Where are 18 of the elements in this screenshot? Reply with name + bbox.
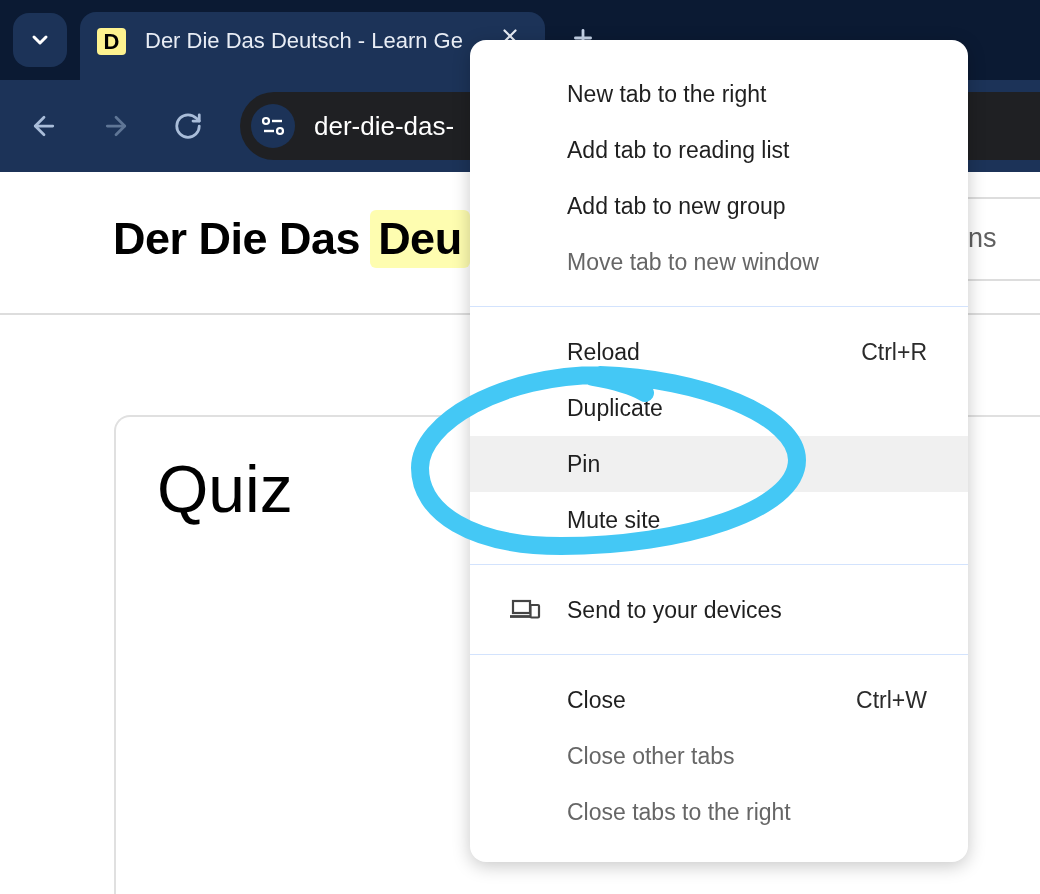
devices-icon	[509, 599, 541, 621]
tune-icon[interactable]	[251, 104, 295, 148]
logo-highlight: Deu	[370, 209, 470, 268]
reload-icon[interactable]	[173, 111, 203, 141]
menu-item[interactable]: Pin	[470, 436, 968, 492]
menu-item[interactable]: Close Ctrl+W	[470, 672, 968, 728]
shortcut-label: Ctrl+R	[861, 338, 927, 366]
menu-item[interactable]: Reload Ctrl+R	[470, 324, 968, 380]
browser-tab[interactable]: D Der Die Das Deutsch - Learn Ge	[80, 12, 545, 80]
menu-item[interactable]: Send to your devices	[470, 582, 968, 638]
logo-text: Der Die Das	[113, 212, 361, 265]
menu-item[interactable]: Duplicate	[470, 380, 968, 436]
card-title: Quiz	[157, 452, 293, 528]
menu-item[interactable]: Mute site	[470, 492, 968, 548]
favicon: D	[97, 27, 126, 55]
tab-search-button[interactable]	[13, 13, 67, 67]
menu-item[interactable]: Add tab to reading list	[470, 122, 968, 178]
shortcut-label: Ctrl+W	[856, 686, 927, 714]
